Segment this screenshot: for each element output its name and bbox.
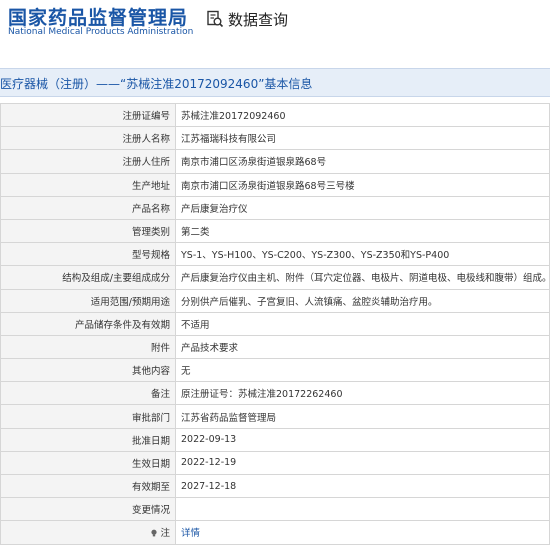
field-label: 结构及组成/主要组成成分 — [0, 265, 176, 290]
detail-row: 生产地址 南京市浦口区汤泉街道银泉路68号三号楼 — [0, 172, 550, 197]
detail-row: 结构及组成/主要组成成分 产后康复治疗仪由主机、附件（耳穴定位器、电极片、阴道电极… — [0, 265, 550, 290]
detail-row: 型号规格 YS-1、YS-H100、YS-C200、YS-Z300、YS-Z350… — [0, 242, 550, 267]
field-label: 注册证编号 — [0, 102, 176, 128]
detail-row: 产品名称 产后康复治疗仪 — [0, 195, 550, 220]
bulb-icon — [151, 530, 158, 537]
detail-row: 适用范围/预期用途 分别供产后催乳、子宫复旧、人流镇痛、盆腔炎辅助治疗用。 — [0, 288, 550, 313]
detail-row: 生效日期 2022-12-19 — [0, 450, 550, 476]
detail-row: 附件 产品技术要求 — [0, 334, 550, 360]
detail-row: 注册人名称 江苏福瑞科技有限公司 — [0, 126, 550, 151]
note-value-cell: 详情 — [175, 520, 550, 545]
field-value: 江苏福瑞科技有限公司 — [175, 126, 550, 151]
field-value: YS-1、YS-H100、YS-C200、YS-Z300、YS-Z350和YS-… — [175, 242, 550, 267]
field-value: 分别供产后催乳、子宫复旧、人流镇痛、盆腔炎辅助治疗用。 — [175, 288, 550, 313]
detail-row: 其他内容无 — [0, 358, 550, 383]
field-value: 产后康复治疗仪 — [175, 195, 550, 220]
field-value: 江苏省药品监督管理局 — [175, 404, 550, 429]
field-value: 原注册证号：苏械注准20172262460 — [175, 381, 550, 406]
record-title-bar: 医疗器械（注册）——“苏械注准20172092460”基本信息 — [0, 68, 550, 97]
field-value: 第二类 — [175, 218, 550, 244]
record-title: 医疗器械（注册）——“苏械注准20172092460”基本信息 — [0, 77, 313, 91]
detail-row: 管理类别 第二类 — [0, 218, 550, 244]
field-value: 产品技术要求 — [175, 334, 550, 360]
field-label: 适用范围/预期用途 — [0, 288, 176, 313]
field-value: 2022-09-13 — [175, 427, 550, 452]
detail-row: 注册人住所 南京市浦口区汤泉街道银泉路68号 — [0, 149, 550, 174]
site-logo-en: National Medical Products Administration — [8, 27, 194, 37]
field-label: 生产地址 — [0, 172, 176, 197]
field-label: 管理类别 — [0, 218, 176, 244]
note-label-cell: 注 — [0, 520, 176, 545]
field-label: 产品储存条件及有效期 — [0, 311, 176, 336]
data-query-heading[interactable]: 数据查询 — [206, 8, 288, 30]
data-query-title: 数据查询 — [228, 10, 289, 29]
field-label: 产品名称 — [0, 195, 176, 220]
field-label: 备注 — [0, 381, 176, 406]
note-row: 注详情 — [0, 520, 550, 545]
field-value: 不适用 — [175, 311, 550, 336]
field-label: 注册人名称 — [0, 126, 176, 151]
field-value: 产后康复治疗仪由主机、附件（耳穴定位器、电极片、阴道电极、电极线和腹带）组成。 — [175, 265, 550, 290]
field-value — [175, 497, 550, 522]
detail-row: 批准日期 2022-09-13 — [0, 427, 550, 452]
field-label: 审批部门 — [0, 404, 176, 429]
record-detail-table: 注册证编号 苏械注准20172092460 注册人名称 江苏福瑞科技有限公司 注册人住所… — [0, 102, 550, 545]
field-value: 2022-12-19 — [175, 450, 550, 476]
field-value: 2027-12-18 — [175, 473, 550, 499]
detail-row: 审批部门 江苏省药品监督管理局 — [0, 404, 550, 429]
search-document-icon — [207, 10, 224, 28]
detail-row: 注册证编号 苏械注准20172092460 — [0, 102, 550, 128]
detail-row: 变更情况 — [0, 497, 550, 522]
detail-row: 有效期至 2027-12-18 — [0, 473, 550, 499]
field-label: 型号规格 — [0, 242, 176, 267]
details-link[interactable]: 详情 — [181, 528, 200, 539]
field-label: 附件 — [0, 334, 176, 360]
field-label: 批准日期 — [0, 427, 176, 452]
field-label: 有效期至 — [0, 473, 176, 499]
detail-row: 产品储存条件及有效期 不适用 — [0, 311, 550, 336]
site-header: 国家药品监督管理局 National Medical Products Admi… — [0, 0, 550, 50]
field-value: 南京市浦口区汤泉街道银泉路68号三号楼 — [175, 172, 550, 197]
field-label: 变更情况 — [0, 497, 176, 522]
note-label: 注 — [160, 528, 170, 540]
field-value: 南京市浦口区汤泉街道银泉路68号 — [175, 149, 550, 174]
field-label: 其他内容 — [0, 358, 176, 383]
field-label: 注册人住所 — [0, 149, 176, 174]
field-value: 无 — [175, 358, 550, 383]
detail-row: 备注 原注册证号：苏械注准20172262460 — [0, 381, 550, 406]
field-value: 苏械注准20172092460 — [175, 102, 550, 128]
field-label: 生效日期 — [0, 450, 176, 476]
site-logo-cn[interactable]: 国家药品监督管理局 — [8, 3, 188, 30]
